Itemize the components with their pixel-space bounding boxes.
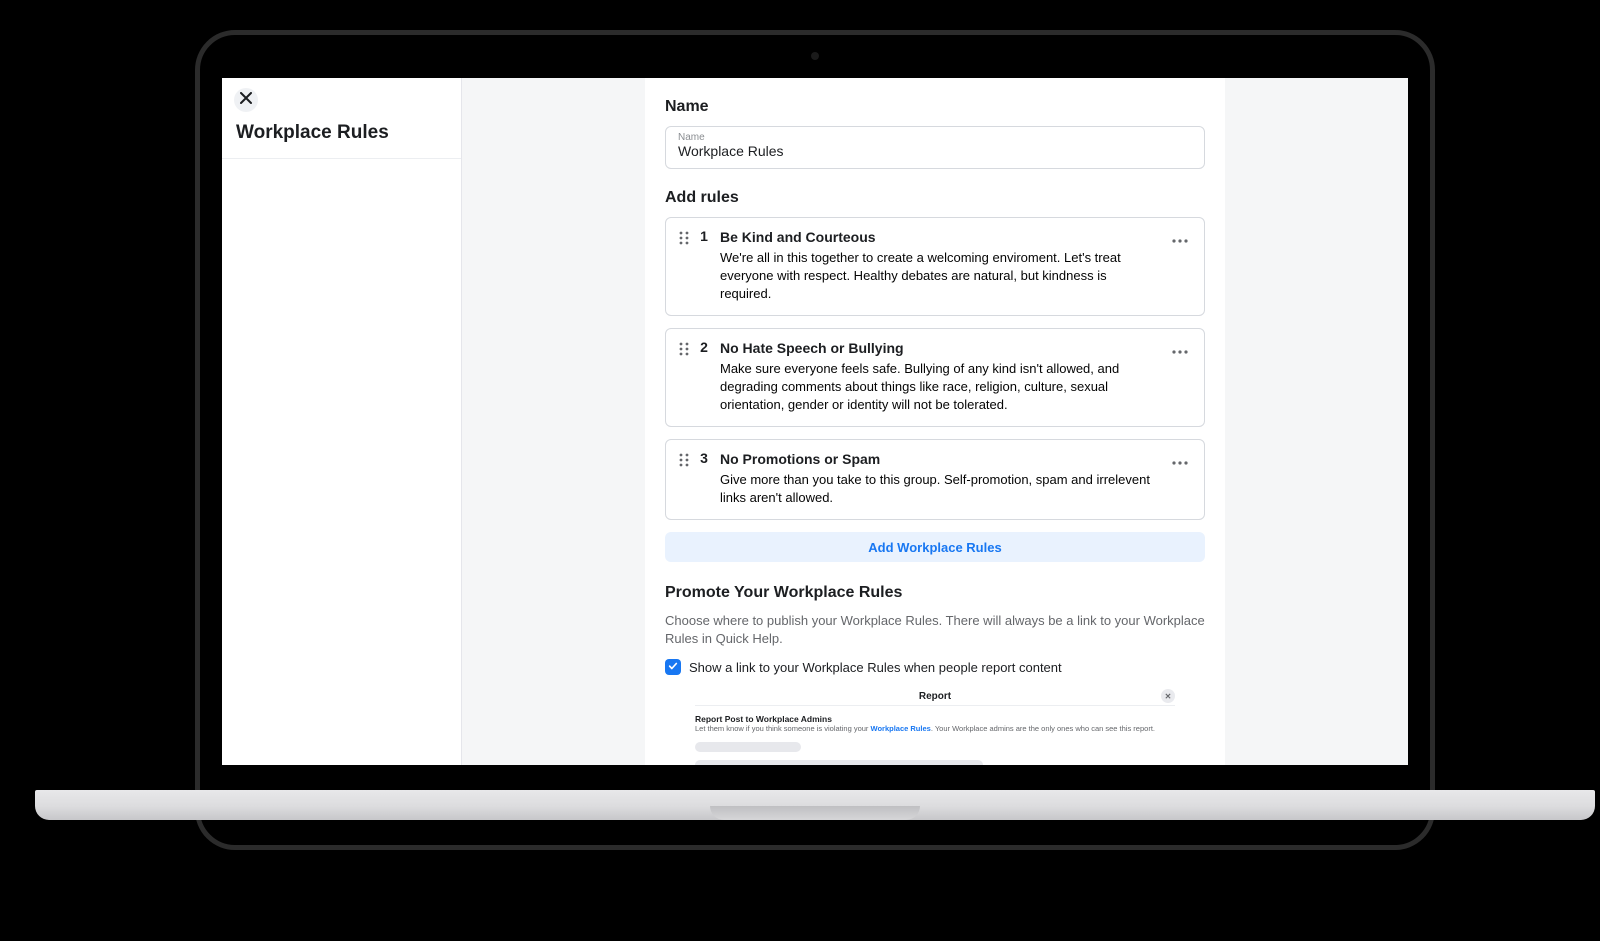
page-title: Workplace Rules (234, 122, 449, 144)
main-area: Name Name Add rules (462, 78, 1408, 765)
drag-handle[interactable] (678, 339, 696, 414)
workplace-rules-link[interactable]: Workplace Rules (871, 724, 931, 733)
report-preview-close-button[interactable]: ✕ (1161, 689, 1175, 703)
rule-menu-button[interactable] (1172, 450, 1192, 507)
promote-checkbox[interactable] (665, 659, 681, 675)
rule-description: We're all in this together to create a w… (720, 249, 1150, 303)
settings-panel: Name Name Add rules (645, 78, 1225, 765)
rule-index: 1 (696, 228, 712, 303)
name-input[interactable] (678, 143, 1192, 159)
laptop-camera (811, 52, 819, 60)
report-preview-text-before: Let them know if you think someone is vi… (695, 724, 871, 733)
close-icon (240, 91, 252, 109)
skeleton-line (695, 742, 801, 752)
drag-handle-icon (678, 453, 690, 472)
rule-index: 2 (696, 339, 712, 414)
report-preview: Report ✕ Report Post to Workplace Admins… (665, 685, 1205, 765)
app-screen: Workplace Rules Name Name Add rules (222, 78, 1408, 765)
name-field-label: Name (678, 132, 1192, 143)
report-preview-title: Report Post to Workplace Admins (695, 714, 1175, 724)
rule-menu-button[interactable] (1172, 339, 1192, 414)
skeleton-line (695, 760, 983, 765)
report-preview-text: Let them know if you think someone is vi… (695, 724, 1175, 733)
drag-handle[interactable] (678, 450, 696, 507)
add-rule-button[interactable]: Add Workplace Rules (665, 532, 1205, 562)
rule-menu-button[interactable] (1172, 228, 1192, 303)
close-button[interactable] (234, 88, 258, 112)
rule-index: 3 (696, 450, 712, 507)
rule-title: No Promotions or Spam (720, 450, 1172, 468)
rule-title: No Hate Speech or Bullying (720, 339, 1172, 357)
rule-card: 1 Be Kind and Courteous We're all in thi… (665, 217, 1205, 316)
more-dots-icon (1172, 452, 1188, 470)
promote-heading: Promote Your Workplace Rules (665, 584, 1205, 602)
promote-subtext: Choose where to publish your Workplace R… (665, 612, 1205, 647)
close-icon: ✕ (1165, 692, 1172, 701)
laptop-frame: Workplace Rules Name Name Add rules (195, 30, 1435, 850)
rule-card: 2 No Hate Speech or Bullying Make sure e… (665, 328, 1205, 427)
name-input-wrap[interactable]: Name (665, 126, 1205, 169)
rule-card: 3 No Promotions or Spam Give more than y… (665, 439, 1205, 520)
laptop-trackpad-notch (710, 806, 920, 820)
drag-handle-icon (678, 231, 690, 250)
rules-heading: Add rules (665, 189, 1205, 207)
more-dots-icon (1172, 230, 1188, 248)
drag-handle[interactable] (678, 228, 696, 303)
rule-title: Be Kind and Courteous (720, 228, 1172, 246)
promote-checkbox-label: Show a link to your Workplace Rules when… (689, 660, 1062, 675)
rule-description: Give more than you take to this group. S… (720, 471, 1150, 507)
name-heading: Name (665, 98, 1205, 116)
report-preview-text-after: . Your Workplace admins are the only one… (931, 724, 1155, 733)
sidebar: Workplace Rules (222, 78, 462, 765)
report-preview-header: Report (919, 691, 951, 702)
more-dots-icon (1172, 341, 1188, 359)
rule-description: Make sure everyone feels safe. Bullying … (720, 360, 1150, 414)
check-icon (668, 658, 678, 676)
rules-list: 1 Be Kind and Courteous We're all in thi… (665, 217, 1205, 520)
drag-handle-icon (678, 342, 690, 361)
